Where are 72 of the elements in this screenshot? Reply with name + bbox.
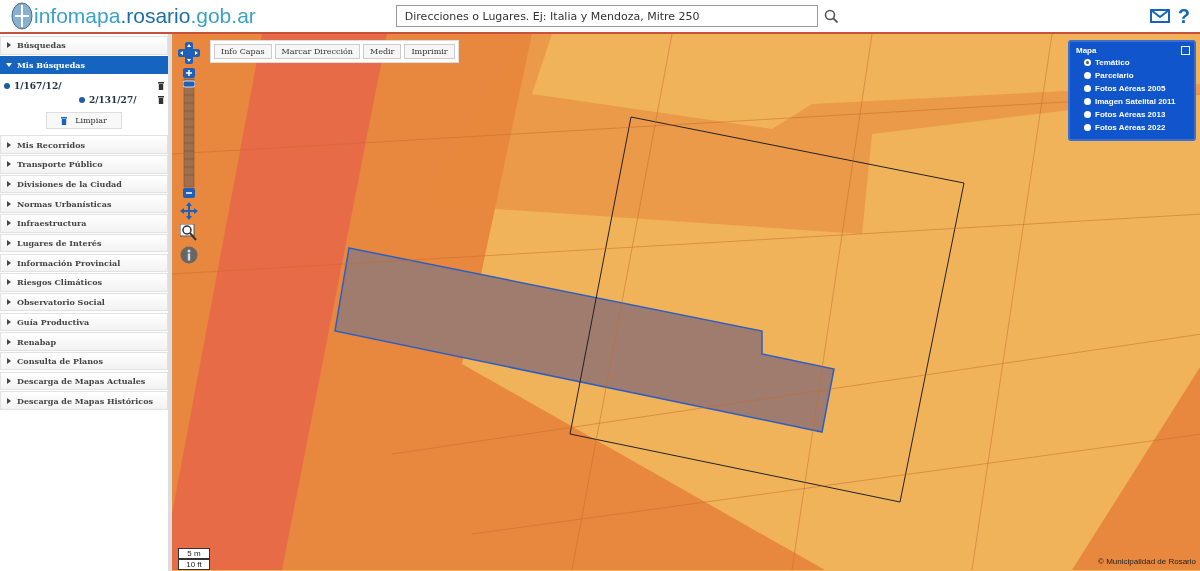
sidebar-item[interactable]: Renabap <box>0 332 168 351</box>
radio-button[interactable] <box>1084 71 1091 79</box>
sidebar-item[interactable]: Observatorio Social <box>0 292 168 312</box>
radio-label[interactable]: Temático <box>1095 57 1130 67</box>
caret-icon <box>6 318 12 325</box>
caret-icon <box>6 259 12 266</box>
caret-icon <box>6 141 12 148</box>
attribution-text: © Municipalidad de Rosario <box>1098 557 1196 566</box>
scale-label: 5 m <box>178 548 210 559</box>
map-drawing[interactable] <box>172 34 1200 570</box>
caret-icon <box>6 240 12 247</box>
radio-button[interactable] <box>1084 97 1091 105</box>
sidebar-item[interactable]: Mis Búsquedas <box>0 55 168 75</box>
toolbar-button[interactable]: Medir <box>362 44 402 59</box>
zoom-slider[interactable] <box>183 68 195 198</box>
search-field[interactable]: Direcciones o Lugares. Ej: Italia y Mendoza, Mitre 250 <box>395 5 818 27</box>
caret-icon <box>6 377 12 384</box>
caret-icon <box>6 42 12 49</box>
sidebar-item[interactable]: Búsquedas <box>0 36 168 55</box>
caret-icon <box>6 181 12 187</box>
marker-dot-icon <box>4 83 10 90</box>
caret-icon <box>6 200 12 207</box>
toolbar-button[interactable]: Imprimir <box>404 44 455 59</box>
sidebar-item[interactable]: Normas Urbanísticas <box>0 194 168 213</box>
minimize-icon[interactable] <box>1181 46 1190 55</box>
radio-button[interactable] <box>1084 110 1091 118</box>
caret-icon <box>6 61 12 68</box>
sidebar-item[interactable]: Mis Recorridos <box>0 135 168 154</box>
caret-icon <box>6 161 12 168</box>
radio-label[interactable]: Fotos Aéreas 2022 <box>1095 122 1166 132</box>
toolbar-button[interactable]: Info Capas <box>214 44 272 59</box>
sidebar-item[interactable]: Descarga de Mapas Históricos <box>0 391 168 410</box>
site-logo[interactable]: infomapa.rosario.gob.ar <box>34 4 256 28</box>
sidebar-item[interactable]: Infraestructura <box>0 214 168 233</box>
magnifier-icon[interactable] <box>180 224 198 242</box>
search-result-link[interactable]: 1/167/12/ <box>14 81 62 92</box>
sidebar-item[interactable]: Lugares de Interés <box>0 233 168 253</box>
search-result-link[interactable]: 2/131/27/ <box>89 95 137 106</box>
info-icon[interactable] <box>180 246 198 264</box>
caret-icon <box>6 299 12 306</box>
zoom-slider-thumb[interactable] <box>183 80 195 88</box>
pan-control-icon[interactable] <box>178 42 200 64</box>
toolbar-button[interactable]: Marcar Dirección <box>274 44 360 59</box>
radio-button[interactable] <box>1084 84 1091 92</box>
radio-label[interactable]: Imagen Satelital 2011 <box>1095 96 1176 106</box>
radio-button[interactable] <box>1084 58 1091 66</box>
trash-icon[interactable] <box>158 96 164 105</box>
radio-label[interactable]: Fotos Aéreas 2013 <box>1095 109 1166 119</box>
clear-button[interactable]: Limpiar <box>46 112 122 130</box>
caret-icon <box>6 358 12 365</box>
sidebar-item[interactable]: Descarga de Mapas Actuales <box>0 371 168 391</box>
caret-icon <box>6 220 12 227</box>
radio-label[interactable]: Parcelario <box>1095 70 1134 80</box>
sidebar-item[interactable]: Transporte Público <box>0 155 168 174</box>
mail-icon[interactable] <box>1149 9 1170 23</box>
help-icon[interactable]: ? <box>1177 4 1190 28</box>
caret-icon <box>6 397 12 404</box>
trash-icon[interactable] <box>158 82 164 91</box>
sidebar-item[interactable]: Consulta de Planos <box>0 351 168 371</box>
sidebar-item[interactable]: Divisiones de la Ciudad <box>0 174 168 194</box>
marker-dot-icon <box>79 97 85 104</box>
sidebar-item[interactable]: Riesgos Climáticos <box>0 273 168 292</box>
sidebar-item[interactable]: Información Provincial <box>0 253 168 272</box>
caret-icon <box>6 338 12 345</box>
radio-button[interactable] <box>1084 123 1091 131</box>
panel-title: Mapa <box>1076 46 1097 55</box>
search-icon[interactable] <box>823 9 838 23</box>
caret-icon <box>6 279 12 286</box>
radio-label[interactable]: Fotos Aéreas 2005 <box>1095 83 1166 93</box>
trash-icon <box>61 116 68 125</box>
scale-label: 10 ft <box>178 559 210 570</box>
sidebar-item[interactable]: Guía Productiva <box>0 312 168 332</box>
